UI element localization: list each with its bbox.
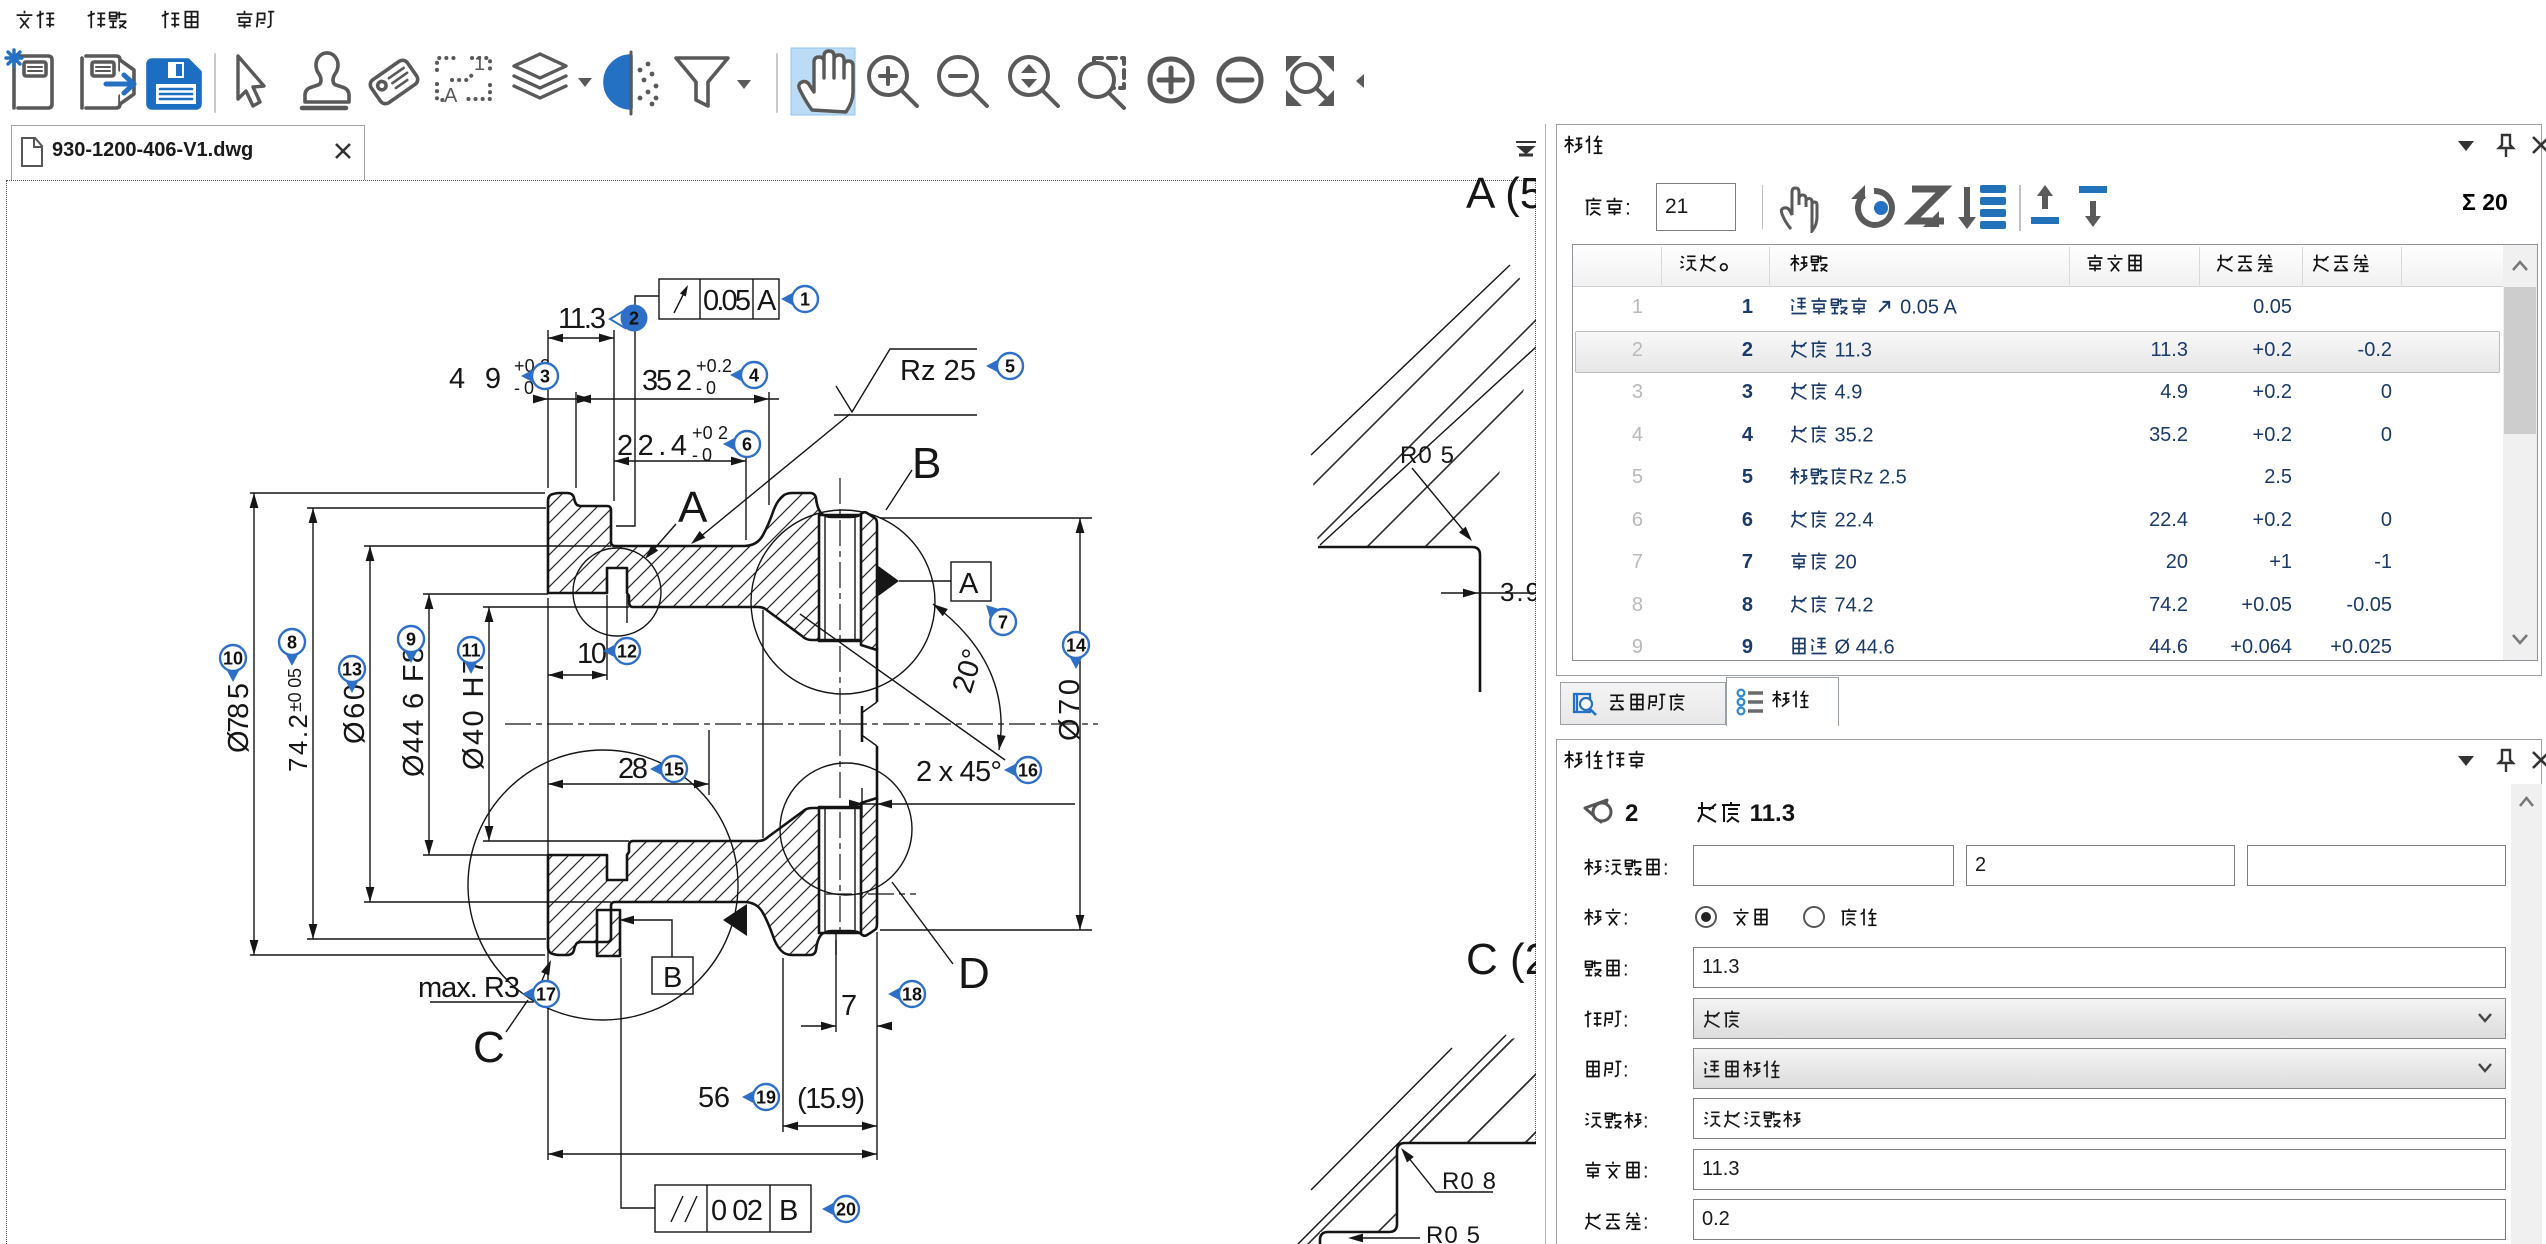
svg-text:0.05: 0.05 — [703, 285, 751, 317]
svg-text:8: 8 — [287, 633, 297, 653]
svg-text:12: 12 — [617, 642, 637, 662]
svg-text:10: 10 — [223, 649, 243, 669]
svg-text:A: A — [959, 568, 979, 600]
svg-text:A: A — [757, 285, 777, 317]
svg-text:9: 9 — [406, 630, 416, 650]
svg-text:35 2: 35 2 — [642, 365, 692, 397]
svg-text:2: 2 — [629, 309, 639, 329]
svg-text:22.4: 22.4 — [617, 430, 687, 462]
svg-text:0 02: 0 02 — [711, 1195, 763, 1227]
svg-text:7: 7 — [998, 613, 1008, 633]
svg-text:13: 13 — [342, 660, 362, 680]
svg-text:56: 56 — [698, 1082, 730, 1114]
svg-text:A: A — [678, 483, 708, 532]
svg-text:A (5: A (5 — [1466, 169, 1536, 218]
svg-text:B: B — [779, 1195, 798, 1227]
svg-text:20°: 20° — [947, 645, 990, 696]
svg-text:14: 14 — [1066, 636, 1086, 656]
svg-text:16: 16 — [1018, 761, 1038, 781]
svg-text:Ø70: Ø70 — [1054, 679, 1086, 741]
svg-text:+0 2: +0 2 — [692, 423, 728, 443]
svg-text:11.3: 11.3 — [558, 303, 606, 335]
svg-text:1: 1 — [800, 290, 810, 310]
svg-text:Ø60: Ø60 — [339, 684, 371, 744]
svg-text:Rz 25: Rz 25 — [900, 355, 976, 387]
svg-text:D: D — [958, 949, 990, 998]
svg-text:5: 5 — [1005, 357, 1015, 377]
svg-text:R0 5: R0 5 — [1400, 442, 1454, 469]
svg-text:C: C — [473, 1023, 505, 1072]
svg-text:-0: -0 — [696, 378, 716, 398]
svg-text:B: B — [663, 962, 682, 994]
svg-text:3: 3 — [540, 367, 550, 387]
svg-text:Ø44 6 F8: Ø44 6 F8 — [398, 647, 430, 777]
svg-text:Ø78 5: Ø78 5 — [223, 683, 255, 753]
svg-text:6: 6 — [742, 435, 752, 455]
svg-text:Ø40 H7: Ø40 H7 — [458, 658, 490, 770]
svg-text:R0 5: R0 5 — [1426, 1222, 1480, 1244]
svg-text:28: 28 — [618, 753, 648, 785]
svg-text:(15.9): (15.9) — [797, 1083, 865, 1115]
svg-text:±0 05: ±0 05 — [285, 668, 305, 712]
svg-text:4 9: 4 9 — [449, 363, 501, 395]
svg-text:R0 8: R0 8 — [1442, 1168, 1496, 1195]
svg-text:C (2: C (2 — [1466, 935, 1536, 984]
svg-text:-0: -0 — [692, 445, 712, 465]
svg-text:max. R3: max. R3 — [418, 972, 520, 1004]
svg-text:2 x 45°: 2 x 45° — [916, 756, 1002, 788]
svg-text:3.9: 3.9 — [1500, 577, 1536, 607]
svg-text:18: 18 — [902, 985, 922, 1005]
svg-text:7: 7 — [841, 990, 857, 1022]
svg-text:17: 17 — [536, 985, 556, 1005]
svg-text:11: 11 — [461, 641, 480, 661]
svg-text:15: 15 — [664, 760, 684, 780]
svg-text:10: 10 — [577, 638, 607, 670]
svg-text:+0.2: +0.2 — [696, 356, 732, 376]
svg-text:74.2: 74.2 — [283, 714, 313, 772]
svg-text:20: 20 — [836, 1200, 856, 1220]
svg-text:19: 19 — [756, 1088, 776, 1108]
svg-text:B: B — [912, 439, 941, 488]
svg-text:4: 4 — [749, 366, 759, 386]
